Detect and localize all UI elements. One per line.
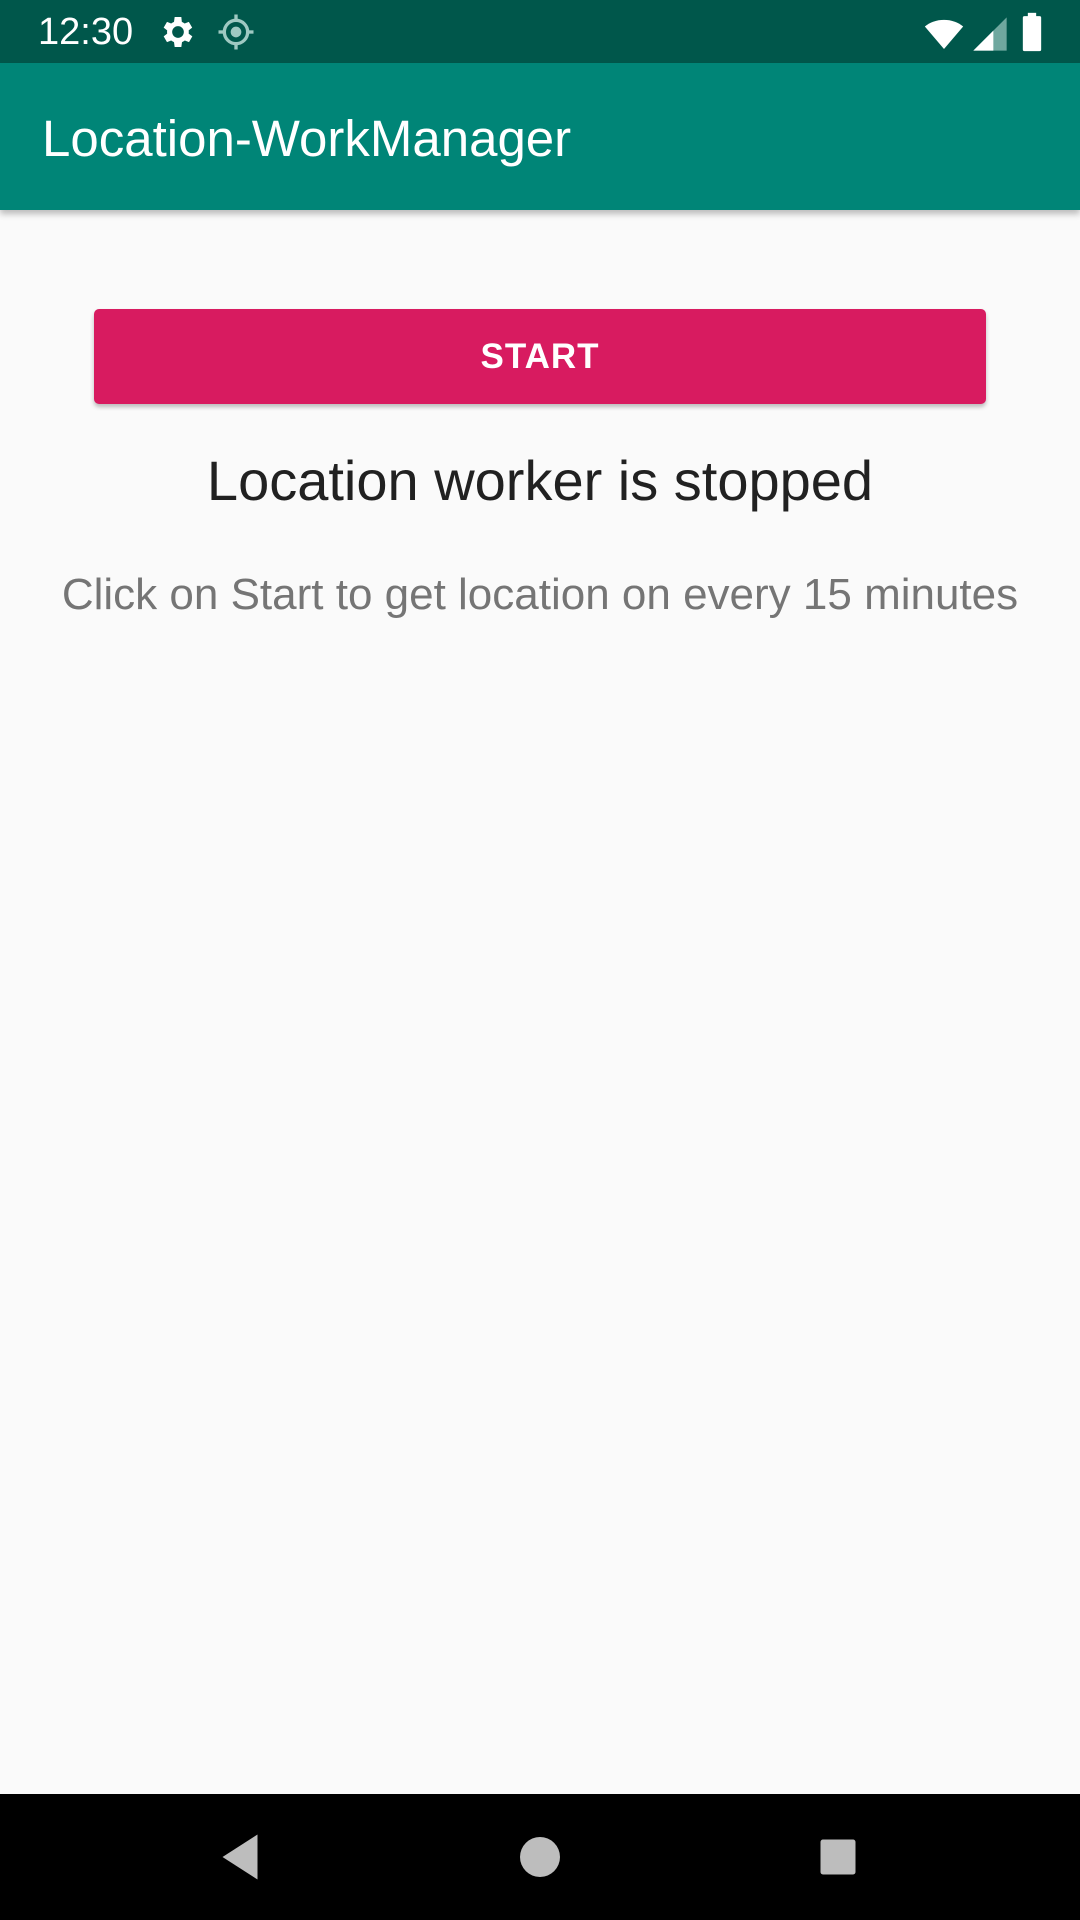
recents-icon[interactable] <box>808 1827 868 1887</box>
status-bar: 12:30 <box>0 0 1080 63</box>
app-title: Location-WorkManager <box>42 110 572 167</box>
worker-status-text: Location worker is stopped <box>206 449 874 512</box>
back-icon[interactable] <box>210 1827 270 1887</box>
start-button[interactable]: START <box>94 309 986 404</box>
location-icon <box>218 14 254 50</box>
battery-icon <box>1022 12 1042 52</box>
hint-text: Click on Start to get location on every … <box>61 570 1019 619</box>
wifi-icon <box>924 19 964 49</box>
screen: 12:30 Location-WorkManager START Locatio… <box>0 0 1080 1920</box>
navigation-bar <box>0 1794 1080 1920</box>
home-icon[interactable] <box>510 1827 570 1887</box>
app-bar: Location-WorkManager <box>0 63 1080 210</box>
gear-icon <box>163 17 193 47</box>
status-time: 12:30 <box>38 11 134 53</box>
signal-icon <box>973 17 1007 51</box>
